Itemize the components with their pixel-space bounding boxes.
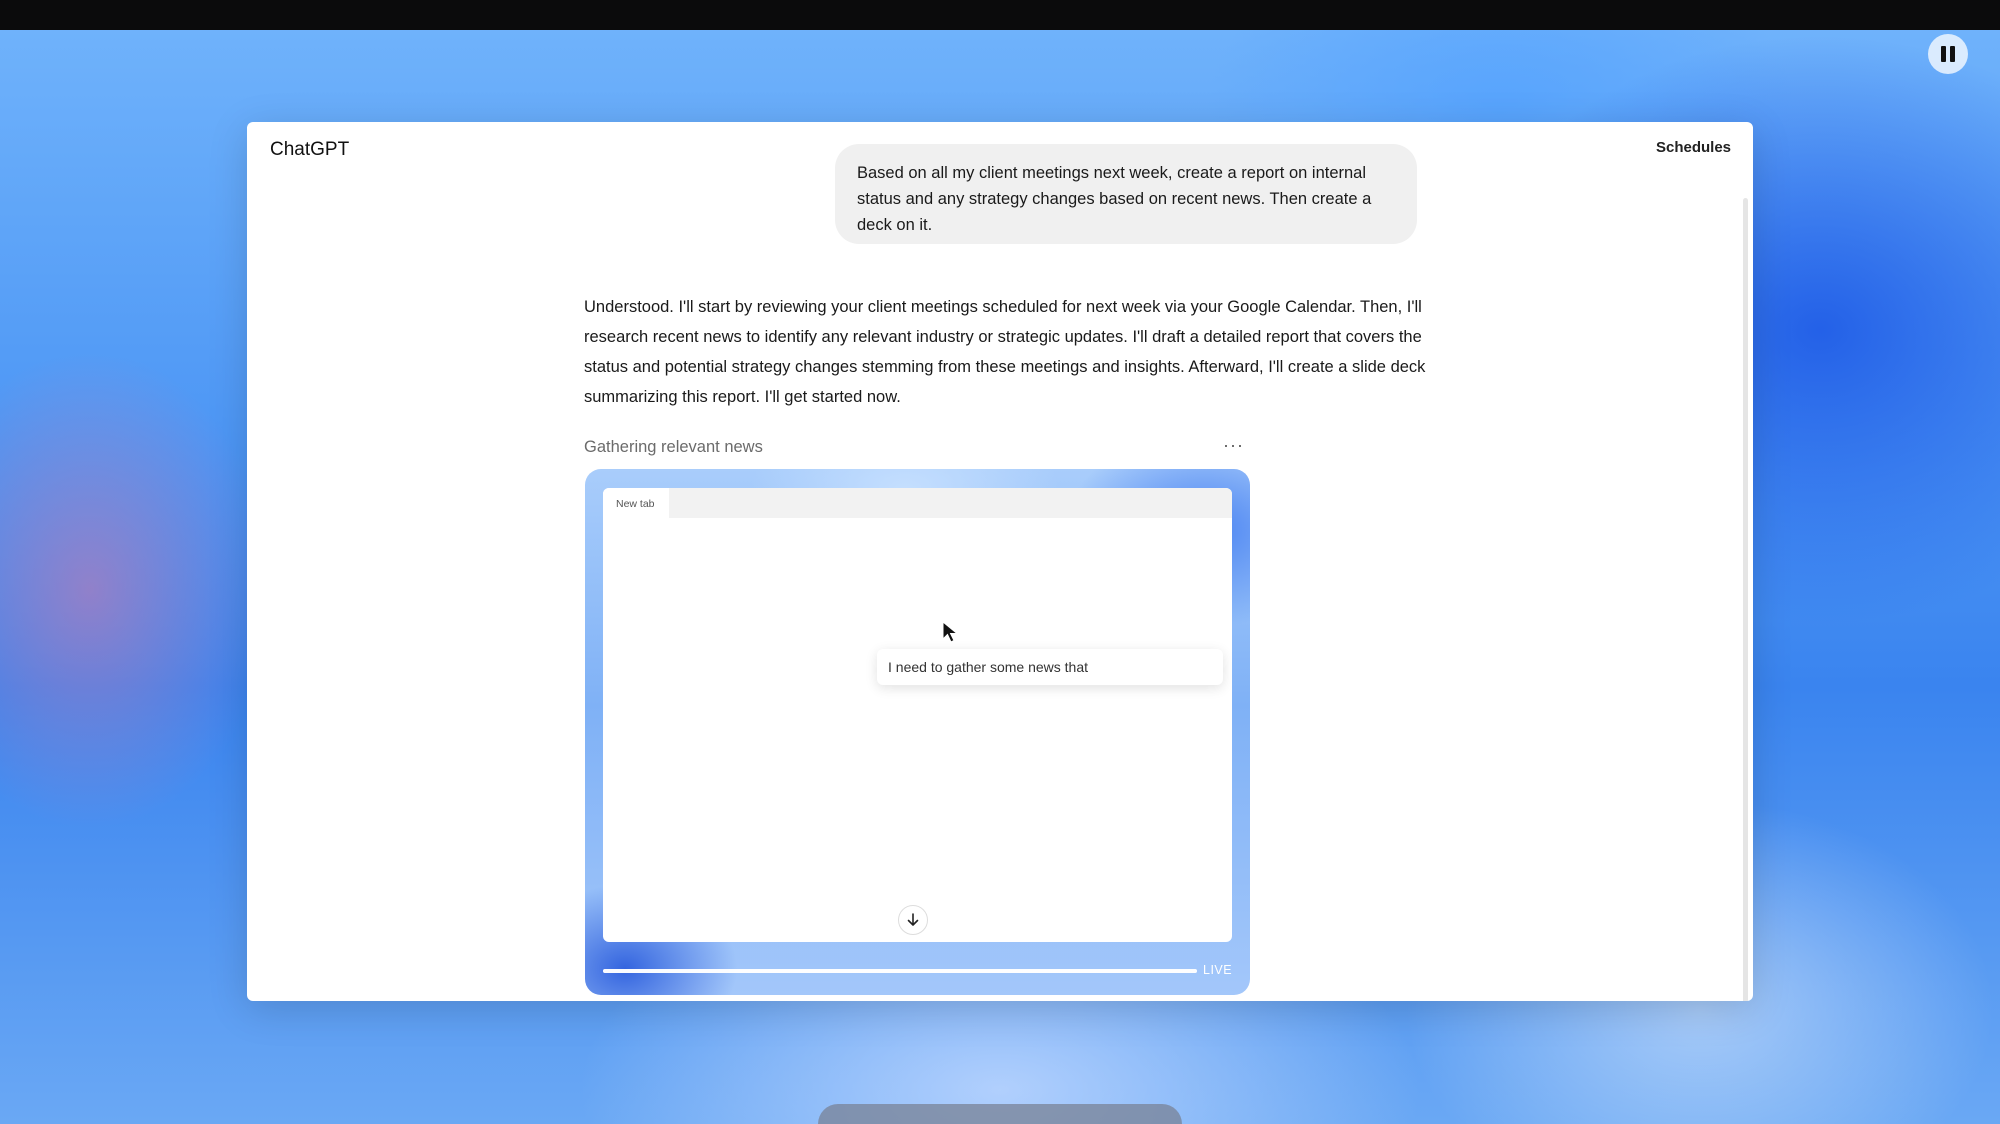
scroll-down-button[interactable]: [898, 905, 928, 935]
mouse-pointer-icon: [942, 621, 959, 643]
arrow-down-icon: [907, 913, 919, 926]
live-progress-bar[interactable]: [603, 969, 1197, 973]
browser-viewport: New tab I need to gather some news that: [603, 488, 1232, 942]
ellipsis-icon[interactable]: ···: [1223, 436, 1244, 454]
agent-status-label: Gathering relevant news: [584, 438, 763, 456]
top-bar: [0, 0, 2000, 30]
agent-status-row: Gathering relevant news ···: [584, 436, 1244, 460]
user-message-bubble: Based on all my client meetings next wee…: [835, 144, 1417, 244]
chat-window: ChatGPT Schedules Based on all my client…: [247, 122, 1753, 1001]
assistant-message: Understood. I'll start by reviewing your…: [584, 298, 1426, 406]
browser-tab-bar: New tab: [603, 488, 1232, 518]
bottom-control-pill[interactable]: [818, 1104, 1182, 1124]
browser-tab[interactable]: New tab: [603, 488, 669, 518]
pause-button[interactable]: [1928, 34, 1968, 74]
typed-text-box[interactable]: I need to gather some news that: [877, 649, 1223, 685]
live-label: LIVE: [1203, 963, 1233, 977]
schedules-link[interactable]: Schedules: [1656, 139, 1731, 156]
app-title: ChatGPT: [270, 139, 350, 160]
scrollbar[interactable]: [1743, 198, 1748, 1001]
live-progress-fill: [603, 969, 1197, 973]
pause-icon: [1941, 46, 1946, 62]
browser-preview: New tab I need to gather some news that …: [585, 469, 1250, 995]
